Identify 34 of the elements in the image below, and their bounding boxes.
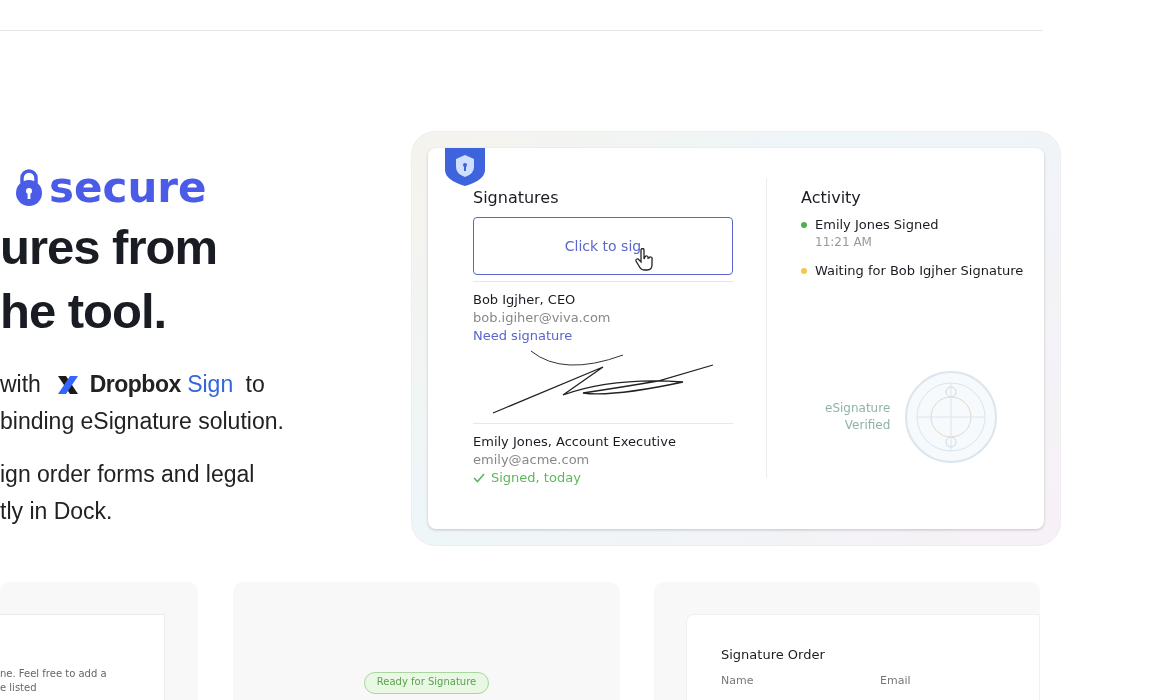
brand-name: Dropbox: [89, 371, 181, 398]
shield-icon: [445, 148, 485, 186]
signature-status: Need signature: [473, 328, 573, 343]
section-title: Signatures: [473, 188, 560, 207]
headline-text: he tool.: [0, 283, 168, 340]
panel-title: Signature Order: [721, 647, 826, 662]
column-header: Email: [880, 674, 912, 687]
signature-status: Signed, today: [491, 470, 581, 485]
note-text: ne. Feel free to add a: [0, 667, 108, 681]
paragraph-line: tly in Dock.: [0, 497, 114, 527]
activity-time: 11:21 AM: [815, 235, 873, 249]
activity-text: Waiting for Bob Igjher Signature: [815, 263, 1024, 278]
column-header: Name: [721, 674, 755, 687]
seal-label: eSignature: [825, 400, 891, 417]
brand-logo-icon: [57, 373, 80, 396]
section-title: Activity: [801, 188, 862, 207]
signer-name: Bob Igjher, CEO: [473, 292, 577, 307]
check-icon: [473, 472, 485, 483]
seal-label: Verified: [843, 417, 891, 434]
intro-text: with: [0, 371, 41, 398]
intro-text: to: [245, 371, 265, 398]
signer-name: Emily Jones, Account Executive: [473, 434, 677, 449]
lock-icon: [13, 167, 45, 207]
note-text: e listed: [0, 681, 38, 695]
status-badge: Ready for Signature: [363, 672, 490, 694]
click-to-sign-field[interactable]: Click to sig: [473, 217, 733, 275]
intro-text: binding eSignature solution.: [0, 407, 285, 437]
headline-text: ures from: [0, 219, 218, 276]
signer-email: bob.igiher@viva.com: [473, 310, 612, 325]
activity-text: Emily Jones Signed: [815, 217, 939, 232]
signer-email: emily@acme.com: [473, 452, 591, 467]
brand-product-name: Sign: [187, 371, 234, 398]
tagline-text: secure: [49, 162, 207, 212]
paragraph-line: ign order forms and legal: [0, 460, 256, 490]
